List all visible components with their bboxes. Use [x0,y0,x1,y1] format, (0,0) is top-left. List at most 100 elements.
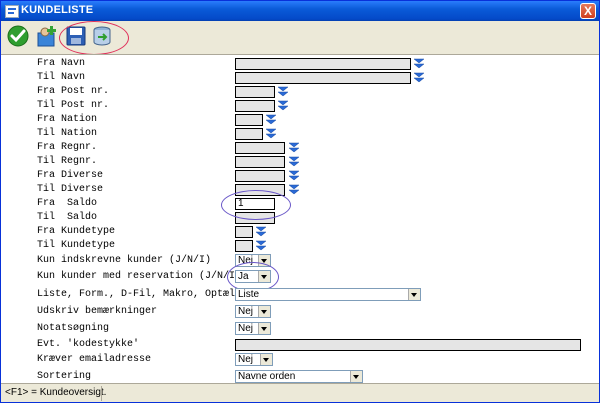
row-fra-saldo: Fra Saldo 1 [1,197,599,211]
row-kodestykke: Evt. 'kodestykke' [1,338,599,352]
save-button[interactable] [64,24,88,48]
fra-nation-input[interactable] [235,114,263,126]
fra-postnr-input[interactable] [235,86,275,98]
til-regnr-input[interactable] [235,156,285,168]
row-sortering: Sortering Navne orden [1,370,599,384]
lookup-icon[interactable] [255,225,267,239]
label-fra-saldo: Fra Saldo [37,198,98,209]
label-til-regnr: Til Regnr. [37,156,98,167]
label-sortering: Sortering [37,371,92,382]
label-fra-kundetype: Fra Kundetype [37,226,116,237]
fra-kundetype-input[interactable] [235,226,253,238]
label-fra-diverse: Fra Diverse [37,170,104,181]
label-notatsogning: Notatsøgning [37,323,110,334]
til-saldo-input[interactable] [235,212,275,224]
chevron-down-icon[interactable] [258,323,270,334]
notatsogning-select[interactable]: Nej [235,322,271,335]
kun-indskrevne-select[interactable]: Nej [235,254,271,267]
window-title: KUNDELISTE [21,4,94,16]
label-til-navn: Til Navn [37,72,86,83]
liste-value: Liste [238,289,260,300]
row-udskriv: Udskriv bemærkninger Nej [1,305,599,319]
kraever-email-value: Nej [238,354,254,365]
lookup-icon[interactable] [413,71,425,85]
lookup-icon[interactable] [288,183,300,197]
lookup-icon[interactable] [288,141,300,155]
row-til-saldo: Til Saldo [1,211,599,225]
close-button[interactable]: X [580,3,596,19]
lookup-icon[interactable] [277,85,289,99]
row-fra-nation: Fra Nation [1,113,599,127]
row-kun-indskrevne: Kun indskrevne kunder (J/N/I) Nej [1,254,599,268]
udskriv-value: Nej [238,306,254,317]
chevron-down-icon[interactable] [258,255,270,266]
kodestykke-input[interactable] [235,339,581,351]
status-bar: <F1> = Kundeoversigt. [1,383,599,402]
status-text: <F1> = Kundeoversigt. [5,387,107,398]
kun-indskrevne-value: Nej [238,255,254,266]
status-divider [101,386,102,401]
label-kodestykke: Evt. 'kodestykke' [37,339,140,350]
fra-diverse-input[interactable] [235,170,285,182]
chevron-down-icon[interactable] [408,289,420,300]
lookup-icon[interactable] [288,169,300,183]
row-til-diverse: Til Diverse [1,183,599,197]
lookup-icon[interactable] [277,99,289,113]
database-export-icon [93,26,111,46]
kundeliste-window: KUNDELISTE X Fra Navn Til Navn Fra Post … [0,0,600,403]
udskriv-select[interactable]: Nej [235,305,271,318]
lookup-icon[interactable] [265,127,277,141]
row-fra-kundetype: Fra Kundetype [1,225,599,239]
label-kraever-email: Kræver emailadresse [37,354,152,365]
fra-navn-input[interactable] [235,58,411,70]
form-area: Fra Navn Til Navn Fra Post nr. Til Post … [1,54,599,383]
ok-icon [7,25,29,47]
row-fra-regnr: Fra Regnr. [1,141,599,155]
kraever-email-select[interactable]: Nej [235,353,273,366]
label-liste: Liste, Form., D-Fil, Makro, Optæl. [37,289,242,300]
til-nation-input[interactable] [235,128,263,140]
row-til-navn: Til Navn [1,71,599,85]
notatsogning-value: Nej [238,323,254,334]
label-til-kundetype: Til Kundetype [37,240,116,251]
label-til-postnr: Til Post nr. [37,100,110,111]
label-fra-postnr: Fra Post nr. [37,86,110,97]
lookup-icon[interactable] [255,239,267,253]
chevron-down-icon[interactable] [350,371,362,382]
ok-button[interactable] [6,24,30,48]
fra-regnr-input[interactable] [235,142,285,154]
chevron-down-icon[interactable] [260,354,272,365]
title-bar: KUNDELISTE X [1,1,599,21]
app-icon [5,5,19,18]
lookup-icon[interactable] [413,57,425,71]
label-kun-reservation: Kun kunder med reservation (J/N/I) [37,271,242,282]
label-til-nation: Til Nation [37,128,98,139]
fra-saldo-input[interactable]: 1 [235,198,275,210]
database-export-button[interactable] [90,24,114,48]
add-user-button[interactable] [35,24,59,48]
lookup-icon[interactable] [288,155,300,169]
row-fra-postnr: Fra Post nr. [1,85,599,99]
row-kraever-email: Kræver emailadresse Nej [1,353,599,367]
til-navn-input[interactable] [235,72,411,84]
label-til-diverse: Til Diverse [37,184,104,195]
row-liste: Liste, Form., D-Fil, Makro, Optæl. Liste [1,288,599,302]
til-postnr-input[interactable] [235,100,275,112]
sortering-select[interactable]: Navne orden [235,370,363,383]
chevron-down-icon[interactable] [258,271,270,282]
til-diverse-input[interactable] [235,184,285,196]
chevron-down-icon[interactable] [258,306,270,317]
label-fra-nation: Fra Nation [37,114,98,125]
kun-reservation-select[interactable]: Ja [235,270,271,283]
row-til-nation: Til Nation [1,127,599,141]
save-icon [66,26,86,46]
liste-select[interactable]: Liste [235,288,421,301]
row-til-kundetype: Til Kundetype [1,239,599,253]
row-notatsogning: Notatsøgning Nej [1,322,599,336]
til-kundetype-input[interactable] [235,240,253,252]
label-til-saldo: Til Saldo [37,212,98,223]
label-fra-regnr: Fra Regnr. [37,142,98,153]
add-user-icon [37,26,56,47]
lookup-icon[interactable] [265,113,277,127]
row-kun-reservation: Kun kunder med reservation (J/N/I) Ja [1,270,599,284]
